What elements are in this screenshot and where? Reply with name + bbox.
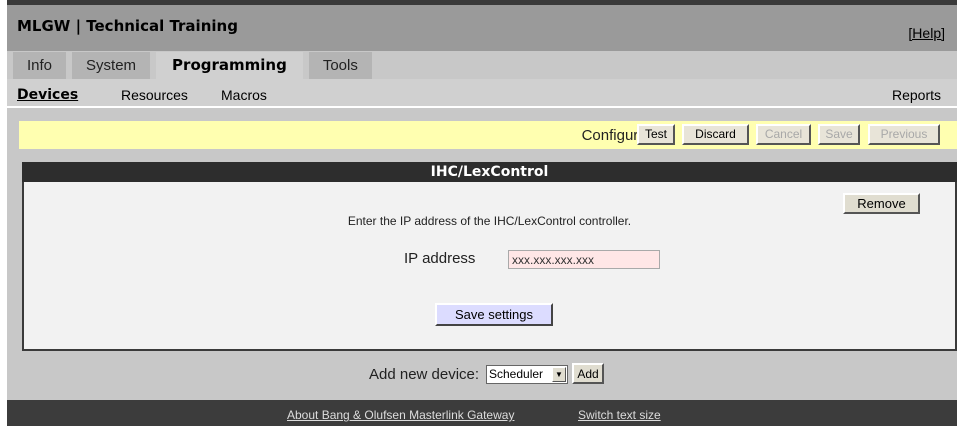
ip-address-label: IP address	[404, 250, 476, 267]
tab-info[interactable]: Info	[13, 52, 67, 79]
tab-system[interactable]: System	[72, 52, 151, 79]
add-device-button[interactable]: Add	[572, 363, 604, 384]
device-type-selected: Scheduler	[489, 367, 544, 381]
cancel-button[interactable]: Cancel	[756, 124, 811, 145]
ip-address-input[interactable]: xxx.xxx.xxx.xxx	[508, 250, 660, 269]
subnav-devices[interactable]: Devices	[17, 87, 78, 103]
tab-tools[interactable]: Tools	[308, 52, 372, 79]
add-device-label: Add new device:	[369, 366, 480, 383]
device-type-select[interactable]: Scheduler ▼	[486, 365, 568, 384]
configuration-bar: Configuration: Test Discard Cancel Save …	[19, 121, 957, 149]
instructions-text: Enter the IP address of the IHC/LexContr…	[347, 214, 632, 228]
subnav-resources[interactable]: Resources	[121, 87, 188, 103]
panel-title: IHC/LexControl	[22, 162, 957, 182]
remove-button[interactable]: Remove	[843, 193, 920, 214]
discard-button[interactable]: Discard	[682, 124, 749, 145]
save-settings-button[interactable]: Save settings	[435, 303, 553, 326]
mlgw-window: MLGW | Technical Training [Help] Info Sy…	[7, 0, 957, 426]
save-button[interactable]: Save	[818, 124, 860, 145]
subnav-reports[interactable]: Reports	[892, 87, 941, 103]
about-link[interactable]: About Bang & Olufsen Masterlink Gateway	[287, 408, 514, 422]
subnav-macros[interactable]: Macros	[221, 87, 267, 103]
device-panel: Remove Enter the IP address of the IHC/L…	[22, 182, 957, 351]
help-link[interactable]: [Help]	[908, 25, 945, 41]
previous-button[interactable]: Previous	[868, 124, 940, 145]
footer: About Bang & Olufsen Masterlink Gateway …	[7, 400, 957, 426]
top-bar: MLGW | Technical Training [Help]	[7, 0, 957, 51]
triangle-down-icon[interactable]: ▼	[552, 367, 566, 382]
add-device-row: Add new device: Scheduler ▼ Add	[7, 358, 957, 388]
switch-text-size-link[interactable]: Switch text size	[578, 408, 661, 422]
app-title: MLGW | Technical Training	[17, 17, 238, 35]
test-button[interactable]: Test	[637, 124, 675, 145]
main-tabs: Info System Programming Tools	[7, 52, 372, 79]
tab-programming[interactable]: Programming	[156, 52, 303, 79]
sub-navigation: Devices Resources Macros Reports	[7, 79, 957, 108]
